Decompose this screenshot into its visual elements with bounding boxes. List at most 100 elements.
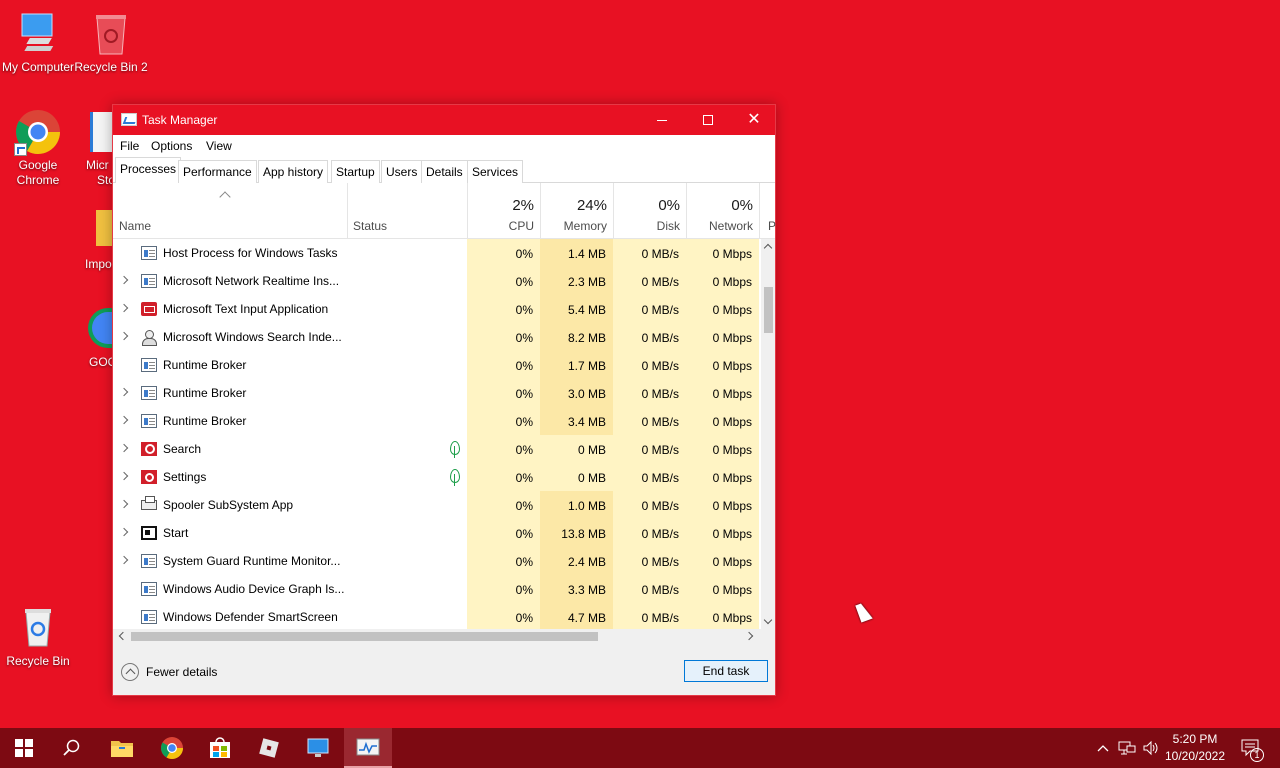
start-button[interactable] [0,728,48,768]
process-row[interactable]: Runtime Broker 0% 1.7 MB 0 MB/s 0 Mbps [113,351,761,379]
tab-startup[interactable]: Startup [331,160,380,183]
partial-label-impo: Impo [85,257,112,271]
expand-chevron-icon[interactable] [119,387,129,397]
volume-tray-button[interactable] [1140,728,1162,768]
horizontal-scrollbar[interactable] [113,629,761,643]
column-cpu[interactable]: 2% CPU [467,183,540,239]
process-name: Windows Audio Device Graph Is... [163,582,345,596]
disk-cell: 0 MB/s [613,407,686,435]
column-memory[interactable]: 24% Memory [540,183,613,239]
cpu-cell: 0% [467,239,540,267]
scroll-thumb-horizontal[interactable] [131,632,598,641]
scroll-down-icon[interactable] [763,615,773,625]
desktop-icon-google-chrome[interactable]: Google Chrome [0,108,76,188]
scroll-up-icon[interactable] [763,243,773,253]
column-name[interactable]: Name [119,219,151,233]
process-row[interactable]: Search 0% 0 MB 0 MB/s 0 Mbps [113,435,761,463]
process-row[interactable]: Microsoft Text Input Application 0% 5.4 MB… [113,295,761,323]
expand-chevron-icon[interactable] [119,555,129,565]
end-task-button[interactable]: End task [684,660,768,682]
taskbar-roblox[interactable] [245,728,293,768]
expand-chevron-icon[interactable] [119,499,129,509]
tab-processes[interactable]: Processes [115,157,182,184]
column-header: Name Status 2% CPU 24% Memory 0% Disk 0%… [113,183,776,239]
process-row[interactable]: Settings 0% 0 MB 0 MB/s 0 Mbps [113,463,761,491]
tab-app-history[interactable]: App history [258,160,329,183]
taskbar-clock[interactable]: 5:20 PM 10/20/2022 [1160,731,1230,765]
network-tray-button[interactable] [1116,728,1138,768]
desktop-icon-recycle-bin[interactable]: Recycle Bin [0,604,76,669]
disk-cell: 0 MB/s [613,379,686,407]
partial-icon-folder[interactable] [96,210,112,246]
process-name: System Guard Runtime Monitor... [163,554,341,568]
keyboard-icon [141,302,157,316]
process-name: Microsoft Windows Search Inde... [163,330,342,344]
menu-view[interactable]: View [206,139,232,153]
fewer-details-icon[interactable] [121,663,139,681]
expand-chevron-icon[interactable] [119,471,129,481]
maximize-button[interactable] [685,105,731,135]
process-name: Windows Defender SmartScreen [163,610,338,624]
disk-cell: 0 MB/s [613,239,686,267]
desktop-icon-recycle-bin-2[interactable]: Recycle Bin 2 [73,10,149,75]
cpu-cell: 0% [467,379,540,407]
process-row[interactable]: Host Process for Windows Tasks 0% 1.4 MB 0 … [113,239,761,267]
expand-chevron-icon[interactable] [119,415,129,425]
column-power-partial[interactable]: P [768,219,776,233]
tab-details[interactable]: Details [421,160,468,183]
process-name: Runtime Broker [163,358,247,372]
partial-icon-chrome[interactable] [88,308,112,348]
network-total: 0% [731,197,753,214]
taskbar-task-manager[interactable] [344,728,392,768]
tab-users[interactable]: Users [381,160,423,183]
process-row[interactable]: Runtime Broker 0% 3.4 MB 0 MB/s 0 Mbps [113,407,761,435]
network-cell: 0 Mbps [686,463,759,491]
process-row[interactable]: Start 0% 13.8 MB 0 MB/s 0 Mbps [113,519,761,547]
expand-chevron-icon[interactable] [119,527,129,537]
sort-ascending-icon [219,191,231,203]
process-row[interactable]: Runtime Broker 0% 3.0 MB 0 MB/s 0 Mbps [113,379,761,407]
menu-options[interactable]: Options [151,139,192,153]
process-row[interactable]: Microsoft Windows Search Inde... 0% 8.2 MB… [113,323,761,351]
title-bar[interactable]: Task Manager ✕ [113,105,775,135]
taskbar-remote-desktop[interactable] [294,728,342,768]
action-center-button[interactable]: 1 [1236,728,1266,768]
vertical-scrollbar[interactable] [761,239,775,629]
scroll-right-icon[interactable] [744,631,754,641]
column-network[interactable]: 0% Network [686,183,759,239]
process-row[interactable]: Spooler SubSystem App 0% 1.0 MB 0 MB/s 0 Mbp… [113,491,761,519]
tab-services[interactable]: Services [467,160,524,183]
close-button[interactable]: ✕ [731,105,777,135]
taskbar-search-button[interactable] [48,728,96,768]
fewer-details-link[interactable]: Fewer details [146,665,217,679]
scroll-left-icon[interactable] [118,631,128,641]
minimize-button[interactable] [639,105,685,135]
expand-chevron-icon[interactable] [119,275,129,285]
partial-icon-store[interactable] [90,112,112,152]
taskbar-store[interactable] [196,728,244,768]
scroll-thumb[interactable] [764,287,773,333]
column-divider[interactable] [347,183,348,239]
expand-chevron-icon[interactable] [119,331,129,341]
process-row[interactable]: System Guard Runtime Monitor... 0% 2.4 MB 0… [113,547,761,575]
expand-chevron-icon[interactable] [119,303,129,313]
show-hidden-icons-button[interactable] [1092,728,1114,768]
process-list: Host Process for Windows Tasks 0% 1.4 MB 0 … [113,239,761,629]
cpu-cell: 0% [467,351,540,379]
expand-chevron-icon[interactable] [119,443,129,453]
process-row[interactable]: Microsoft Network Realtime Ins... 0% 2.3 M… [113,267,761,295]
memory-cell: 0 MB [540,435,613,463]
tab-performance[interactable]: Performance [178,160,257,183]
column-divider[interactable] [759,183,760,239]
process-row[interactable]: Windows Audio Device Graph Is... 0% 3.3 MB… [113,575,761,603]
process-row[interactable]: Windows Defender SmartScreen 0% 4.7 MB 0 MB… [113,603,761,629]
menu-file[interactable]: File [120,139,139,153]
desktop-icon-my-computer[interactable]: My Computer [0,10,76,75]
taskbar-file-explorer[interactable] [98,728,146,768]
network-cell: 0 Mbps [686,295,759,323]
column-disk[interactable]: 0% Disk [613,183,686,239]
memory-cell: 1.4 MB [540,239,613,267]
taskbar-chrome[interactable] [148,728,196,768]
memory-total: 24% [576,197,607,214]
column-status[interactable]: Status [353,219,387,233]
